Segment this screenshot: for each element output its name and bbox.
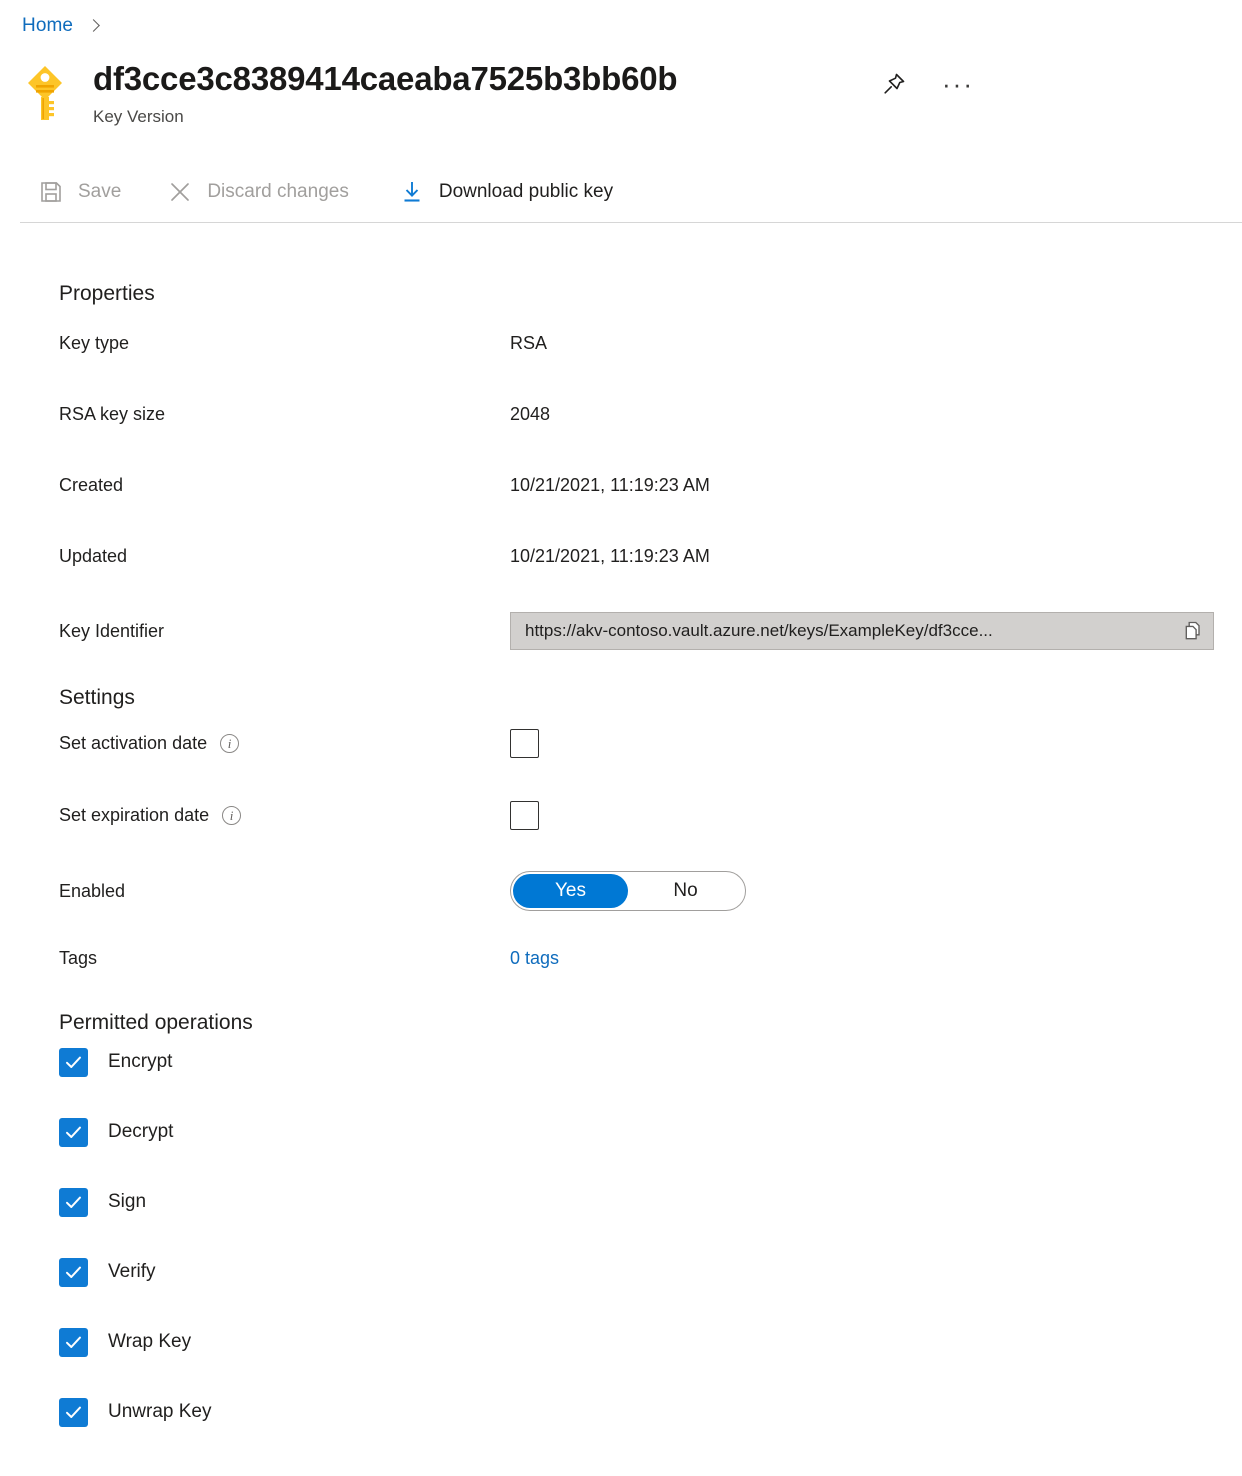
row-created: Created 10/21/2021, 11:19:23 AM	[0, 470, 1242, 500]
row-key-identifier: Key Identifier https://akv-contoso.vault…	[0, 612, 1242, 650]
permitted-operations-list: Encrypt Decrypt Sign	[0, 1047, 1242, 1427]
op-row-encrypt: Encrypt	[59, 1047, 1242, 1077]
key-icon	[22, 64, 68, 122]
close-x-icon	[167, 179, 193, 205]
set-activation-date-label: Set activation date i	[59, 731, 510, 755]
wrap-key-label: Wrap Key	[108, 1330, 191, 1354]
op-row-sign: Sign	[59, 1187, 1242, 1217]
enabled-toggle-yes[interactable]: Yes	[513, 874, 628, 908]
key-identifier-label: Key Identifier	[59, 619, 510, 643]
sign-checkbox[interactable]	[59, 1188, 88, 1217]
save-button[interactable]: Save	[30, 172, 131, 212]
op-row-unwrap-key: Unwrap Key	[59, 1397, 1242, 1427]
save-button-label: Save	[78, 181, 121, 203]
page-subtitle: Key Version	[93, 106, 677, 128]
wrap-key-checkbox[interactable]	[59, 1328, 88, 1357]
enabled-toggle-no[interactable]: No	[628, 874, 743, 908]
settings-heading: Settings	[0, 686, 1242, 710]
pin-icon[interactable]	[878, 68, 910, 100]
download-arrow-icon	[399, 179, 425, 205]
rsa-key-size-value: 2048	[510, 402, 550, 426]
toolbar-divider	[20, 222, 1242, 223]
set-activation-date-checkbox[interactable]	[510, 729, 539, 758]
set-expiration-date-label: Set expiration date i	[59, 803, 510, 827]
rsa-key-size-label: RSA key size	[59, 402, 510, 426]
breadcrumb: Home	[22, 12, 101, 40]
row-set-expiration-date: Set expiration date i	[0, 800, 1242, 830]
info-icon[interactable]: i	[220, 734, 239, 753]
row-set-activation-date: Set activation date i	[0, 728, 1242, 758]
discard-changes-button[interactable]: Discard changes	[159, 172, 359, 212]
key-identifier-field[interactable]: https://akv-contoso.vault.azure.net/keys…	[510, 612, 1214, 650]
set-expiration-date-text: Set expiration date	[59, 803, 209, 827]
properties-heading: Properties	[0, 282, 1242, 306]
op-row-decrypt: Decrypt	[59, 1117, 1242, 1147]
created-label: Created	[59, 473, 510, 497]
updated-value: 10/21/2021, 11:19:23 AM	[510, 544, 710, 568]
encrypt-checkbox[interactable]	[59, 1048, 88, 1077]
key-type-label: Key type	[59, 331, 510, 355]
tags-label: Tags	[59, 946, 510, 970]
main-content: Properties Key type RSA RSA key size 204…	[0, 242, 1242, 1427]
row-updated: Updated 10/21/2021, 11:19:23 AM	[0, 541, 1242, 571]
verify-label: Verify	[108, 1260, 156, 1284]
row-tags: Tags 0 tags	[0, 943, 1242, 973]
tags-link[interactable]: 0 tags	[510, 946, 559, 970]
chevron-right-icon	[87, 19, 101, 33]
ellipsis-glyph: ···	[942, 79, 974, 89]
row-key-type: Key type RSA	[0, 328, 1242, 358]
key-identifier-value: https://akv-contoso.vault.azure.net/keys…	[525, 621, 1179, 641]
download-public-key-button[interactable]: Download public key	[391, 172, 623, 212]
op-row-wrap-key: Wrap Key	[59, 1327, 1242, 1357]
page-title-block: df3cce3c8389414caeaba7525b3bb60b Key Ver…	[22, 58, 677, 140]
verify-checkbox[interactable]	[59, 1258, 88, 1287]
encrypt-label: Encrypt	[108, 1050, 172, 1074]
permitted-operations-heading: Permitted operations	[0, 1011, 1242, 1035]
save-floppy-icon	[38, 179, 64, 205]
discard-changes-button-label: Discard changes	[207, 181, 349, 203]
key-type-value: RSA	[510, 331, 547, 355]
info-icon[interactable]: i	[222, 806, 241, 825]
row-enabled: Enabled Yes No	[0, 871, 1242, 911]
unwrap-key-checkbox[interactable]	[59, 1398, 88, 1427]
sign-label: Sign	[108, 1190, 146, 1214]
title-actions: ···	[878, 68, 974, 100]
created-value: 10/21/2021, 11:19:23 AM	[510, 473, 710, 497]
decrypt-checkbox[interactable]	[59, 1118, 88, 1147]
download-public-key-button-label: Download public key	[439, 181, 613, 203]
page-title: df3cce3c8389414caeaba7525b3bb60b	[93, 58, 677, 100]
decrypt-label: Decrypt	[108, 1120, 173, 1144]
breadcrumb-item-home[interactable]: Home	[22, 15, 73, 37]
command-bar: Save Discard changes Download public ke	[30, 170, 623, 214]
op-row-verify: Verify	[59, 1257, 1242, 1287]
ellipsis-icon[interactable]: ···	[942, 68, 974, 100]
enabled-label: Enabled	[59, 879, 510, 903]
copy-icon[interactable]	[1179, 617, 1207, 645]
updated-label: Updated	[59, 544, 510, 568]
row-rsa-key-size: RSA key size 2048	[0, 399, 1242, 429]
set-activation-date-text: Set activation date	[59, 731, 207, 755]
enabled-toggle[interactable]: Yes No	[510, 871, 746, 911]
unwrap-key-label: Unwrap Key	[108, 1400, 212, 1424]
set-expiration-date-checkbox[interactable]	[510, 801, 539, 830]
